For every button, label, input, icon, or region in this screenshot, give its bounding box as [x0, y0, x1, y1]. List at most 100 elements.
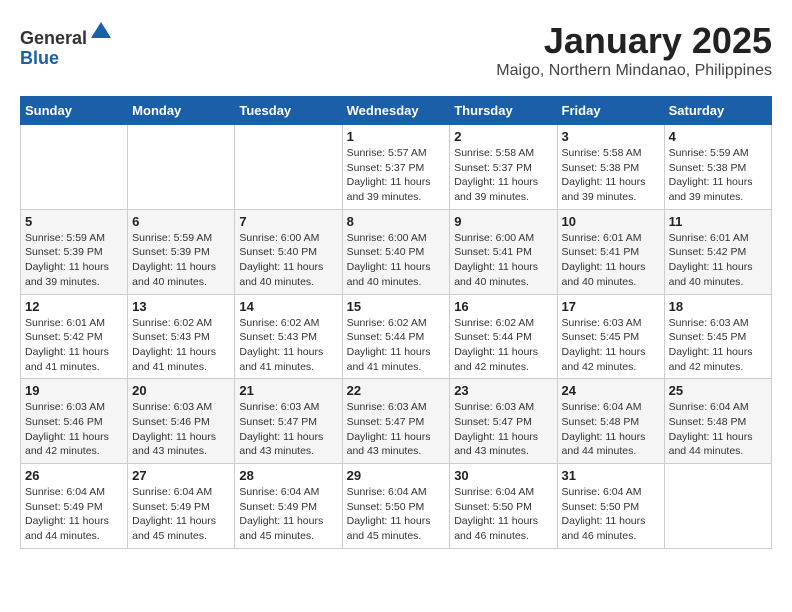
calendar-week-1: 1 Sunrise: 5:57 AMSunset: 5:37 PMDaylight… — [21, 125, 772, 210]
day-info: Sunrise: 5:59 AMSunset: 5:39 PMDaylight:… — [132, 231, 230, 290]
day-info: Sunrise: 6:04 AMSunset: 5:49 PMDaylight:… — [25, 485, 123, 544]
day-info: Sunrise: 6:04 AMSunset: 5:50 PMDaylight:… — [347, 485, 446, 544]
calendar-cell: 17 Sunrise: 6:03 AMSunset: 5:45 PMDayligh… — [557, 294, 664, 379]
calendar-cell: 22 Sunrise: 6:03 AMSunset: 5:47 PMDayligh… — [342, 379, 450, 464]
weekday-header-sunday: Sunday — [21, 97, 128, 125]
day-info: Sunrise: 5:58 AMSunset: 5:37 PMDaylight:… — [454, 146, 552, 205]
weekday-header-friday: Friday — [557, 97, 664, 125]
weekday-header-thursday: Thursday — [450, 97, 557, 125]
location-title: Maigo, Northern Mindanao, Philippines — [496, 62, 772, 80]
weekday-header-saturday: Saturday — [664, 97, 771, 125]
day-number: 2 — [454, 129, 552, 144]
logo-general: General — [20, 28, 87, 48]
day-number: 28 — [239, 468, 337, 483]
calendar-cell: 19 Sunrise: 6:03 AMSunset: 5:46 PMDayligh… — [21, 379, 128, 464]
weekday-header-row: SundayMondayTuesdayWednesdayThursdayFrid… — [21, 97, 772, 125]
calendar-cell: 24 Sunrise: 6:04 AMSunset: 5:48 PMDayligh… — [557, 379, 664, 464]
day-number: 9 — [454, 214, 552, 229]
title-block: January 2025 Maigo, Northern Mindanao, P… — [496, 20, 772, 80]
calendar-cell: 23 Sunrise: 6:03 AMSunset: 5:47 PMDayligh… — [450, 379, 557, 464]
calendar-cell — [128, 125, 235, 210]
calendar-cell: 12 Sunrise: 6:01 AMSunset: 5:42 PMDayligh… — [21, 294, 128, 379]
calendar-cell: 29 Sunrise: 6:04 AMSunset: 5:50 PMDayligh… — [342, 464, 450, 549]
calendar-cell: 4Sunrise: 5:59 AMSunset: 5:38 PMDaylight… — [664, 125, 771, 210]
calendar-cell: 27Sunrise: 6:04 AMSunset: 5:49 PMDayligh… — [128, 464, 235, 549]
page-header: General Blue January 2025 Maigo, Norther… — [20, 20, 772, 80]
day-info: Sunrise: 6:02 AMSunset: 5:43 PMDaylight:… — [132, 316, 230, 375]
day-info: Sunrise: 6:01 AMSunset: 5:42 PMDaylight:… — [25, 316, 123, 375]
day-info: Sunrise: 5:58 AMSunset: 5:38 PMDaylight:… — [562, 146, 660, 205]
calendar-cell: 1 Sunrise: 5:57 AMSunset: 5:37 PMDaylight… — [342, 125, 450, 210]
calendar-cell: 11Sunrise: 6:01 AMSunset: 5:42 PMDayligh… — [664, 209, 771, 294]
day-info: Sunrise: 6:04 AMSunset: 5:50 PMDaylight:… — [562, 485, 660, 544]
day-number: 10 — [562, 214, 660, 229]
day-info: Sunrise: 6:04 AMSunset: 5:48 PMDaylight:… — [669, 400, 767, 459]
calendar-cell: 25 Sunrise: 6:04 AMSunset: 5:48 PMDayligh… — [664, 379, 771, 464]
day-number: 24 — [562, 383, 660, 398]
calendar-cell: 2 Sunrise: 5:58 AMSunset: 5:37 PMDaylight… — [450, 125, 557, 210]
calendar-cell: 31 Sunrise: 6:04 AMSunset: 5:50 PMDayligh… — [557, 464, 664, 549]
calendar-cell: 5 Sunrise: 5:59 AMSunset: 5:39 PMDaylight… — [21, 209, 128, 294]
day-number: 26 — [25, 468, 123, 483]
day-info: Sunrise: 6:04 AMSunset: 5:50 PMDaylight:… — [454, 485, 552, 544]
day-number: 3 — [562, 129, 660, 144]
calendar-cell: 7 Sunrise: 6:00 AMSunset: 5:40 PMDaylight… — [235, 209, 342, 294]
calendar-week-5: 26 Sunrise: 6:04 AMSunset: 5:49 PMDayligh… — [21, 464, 772, 549]
calendar-cell: 3 Sunrise: 5:58 AMSunset: 5:38 PMDaylight… — [557, 125, 664, 210]
day-number: 29 — [347, 468, 446, 483]
day-info: Sunrise: 6:01 AMSunset: 5:42 PMDaylight:… — [669, 231, 767, 290]
day-info: Sunrise: 6:02 AMSunset: 5:44 PMDaylight:… — [347, 316, 446, 375]
day-info: Sunrise: 5:59 AMSunset: 5:39 PMDaylight:… — [25, 231, 123, 290]
calendar-week-3: 12 Sunrise: 6:01 AMSunset: 5:42 PMDayligh… — [21, 294, 772, 379]
day-info: Sunrise: 6:00 AMSunset: 5:40 PMDaylight:… — [239, 231, 337, 290]
day-number: 31 — [562, 468, 660, 483]
day-info: Sunrise: 6:04 AMSunset: 5:49 PMDaylight:… — [239, 485, 337, 544]
calendar-cell: 28 Sunrise: 6:04 AMSunset: 5:49 PMDayligh… — [235, 464, 342, 549]
day-info: Sunrise: 6:02 AMSunset: 5:43 PMDaylight:… — [239, 316, 337, 375]
day-number: 5 — [25, 214, 123, 229]
logo-icon — [89, 20, 113, 44]
day-info: Sunrise: 6:03 AMSunset: 5:45 PMDaylight:… — [562, 316, 660, 375]
day-info: Sunrise: 6:00 AMSunset: 5:41 PMDaylight:… — [454, 231, 552, 290]
day-info: Sunrise: 6:03 AMSunset: 5:47 PMDaylight:… — [347, 400, 446, 459]
day-info: Sunrise: 6:03 AMSunset: 5:47 PMDaylight:… — [454, 400, 552, 459]
day-number: 6 — [132, 214, 230, 229]
day-number: 23 — [454, 383, 552, 398]
day-number: 13 — [132, 299, 230, 314]
day-number: 15 — [347, 299, 446, 314]
calendar-cell: 9 Sunrise: 6:00 AMSunset: 5:41 PMDaylight… — [450, 209, 557, 294]
day-number: 1 — [347, 129, 446, 144]
day-number: 21 — [239, 383, 337, 398]
day-info: Sunrise: 5:57 AMSunset: 5:37 PMDaylight:… — [347, 146, 446, 205]
calendar-cell: 13 Sunrise: 6:02 AMSunset: 5:43 PMDayligh… — [128, 294, 235, 379]
weekday-header-monday: Monday — [128, 97, 235, 125]
day-info: Sunrise: 6:04 AMSunset: 5:49 PMDaylight:… — [132, 485, 230, 544]
calendar-cell: 8Sunrise: 6:00 AMSunset: 5:40 PMDaylight… — [342, 209, 450, 294]
day-info: Sunrise: 6:03 AMSunset: 5:47 PMDaylight:… — [239, 400, 337, 459]
day-number: 14 — [239, 299, 337, 314]
calendar-cell: 16Sunrise: 6:02 AMSunset: 5:44 PMDayligh… — [450, 294, 557, 379]
day-number: 25 — [669, 383, 767, 398]
day-number: 19 — [25, 383, 123, 398]
calendar-cell: 30Sunrise: 6:04 AMSunset: 5:50 PMDayligh… — [450, 464, 557, 549]
day-number: 20 — [132, 383, 230, 398]
day-number: 16 — [454, 299, 552, 314]
day-info: Sunrise: 6:04 AMSunset: 5:48 PMDaylight:… — [562, 400, 660, 459]
day-number: 18 — [669, 299, 767, 314]
calendar-body: 1 Sunrise: 5:57 AMSunset: 5:37 PMDaylight… — [21, 125, 772, 549]
day-info: Sunrise: 6:01 AMSunset: 5:41 PMDaylight:… — [562, 231, 660, 290]
logo: General Blue — [20, 20, 113, 69]
day-info: Sunrise: 6:03 AMSunset: 5:46 PMDaylight:… — [25, 400, 123, 459]
calendar-cell — [664, 464, 771, 549]
day-number: 12 — [25, 299, 123, 314]
calendar-cell — [235, 125, 342, 210]
calendar-cell: 10 Sunrise: 6:01 AMSunset: 5:41 PMDayligh… — [557, 209, 664, 294]
calendar-cell: 6 Sunrise: 5:59 AMSunset: 5:39 PMDaylight… — [128, 209, 235, 294]
calendar-cell: 20 Sunrise: 6:03 AMSunset: 5:46 PMDayligh… — [128, 379, 235, 464]
weekday-header-tuesday: Tuesday — [235, 97, 342, 125]
day-number: 17 — [562, 299, 660, 314]
day-info: Sunrise: 6:03 AMSunset: 5:46 PMDaylight:… — [132, 400, 230, 459]
day-number: 4 — [669, 129, 767, 144]
day-number: 22 — [347, 383, 446, 398]
day-number: 7 — [239, 214, 337, 229]
